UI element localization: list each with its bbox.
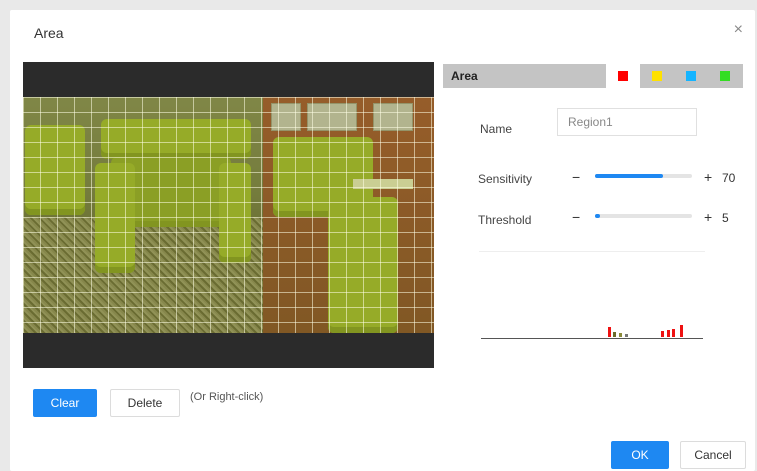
waveform-peak bbox=[613, 332, 616, 337]
threshold-slider-fill bbox=[595, 214, 600, 218]
camera-scene bbox=[23, 97, 434, 333]
detection-grid[interactable] bbox=[23, 97, 434, 333]
area-swatch-yellow[interactable] bbox=[640, 64, 674, 88]
video-preview[interactable] bbox=[23, 62, 434, 368]
sensitivity-slider[interactable] bbox=[595, 174, 692, 178]
waveform-peak bbox=[680, 325, 683, 337]
waveform-peak bbox=[667, 330, 670, 337]
yellow-swatch-icon bbox=[652, 71, 662, 81]
blue-swatch-icon bbox=[686, 71, 696, 81]
sensitivity-value: 70 bbox=[722, 171, 736, 185]
name-input[interactable] bbox=[557, 108, 697, 136]
sensitivity-slider-fill bbox=[595, 174, 663, 178]
clear-button[interactable]: Clear bbox=[33, 389, 97, 417]
green-swatch-icon bbox=[720, 71, 730, 81]
close-icon[interactable]: × bbox=[734, 22, 743, 38]
waveform-peak bbox=[661, 331, 664, 337]
area-selector: Area bbox=[443, 64, 743, 88]
motion-waveform bbox=[479, 251, 705, 347]
name-label: Name bbox=[480, 122, 513, 136]
ok-button[interactable]: OK bbox=[611, 441, 669, 469]
waveform-peak bbox=[619, 333, 622, 337]
area-swatch-red[interactable] bbox=[606, 64, 640, 88]
threshold-label: Threshold bbox=[478, 213, 532, 227]
delete-button[interactable]: Delete bbox=[110, 389, 180, 417]
threshold-value: 5 bbox=[722, 211, 729, 225]
waveform-peak bbox=[672, 329, 675, 337]
area-swatch-green[interactable] bbox=[708, 64, 742, 88]
sensitivity-decrease-button[interactable]: − bbox=[572, 170, 580, 184]
area-selector-label: Area bbox=[451, 69, 478, 83]
waveform-peak bbox=[608, 327, 611, 337]
waveform-peak bbox=[625, 334, 628, 337]
red-swatch-icon bbox=[618, 71, 628, 81]
threshold-decrease-button[interactable]: − bbox=[572, 210, 580, 224]
sensitivity-increase-button[interactable]: + bbox=[704, 170, 712, 184]
area-swatch-blue[interactable] bbox=[674, 64, 708, 88]
dialog-title: Area bbox=[34, 25, 64, 41]
sensitivity-label: Sensitivity bbox=[478, 172, 533, 186]
threshold-increase-button[interactable]: + bbox=[704, 210, 712, 224]
cancel-button[interactable]: Cancel bbox=[680, 441, 746, 469]
waveform-baseline bbox=[481, 338, 703, 339]
delete-hint: (Or Right-click) bbox=[190, 391, 264, 403]
threshold-slider[interactable] bbox=[595, 214, 692, 218]
